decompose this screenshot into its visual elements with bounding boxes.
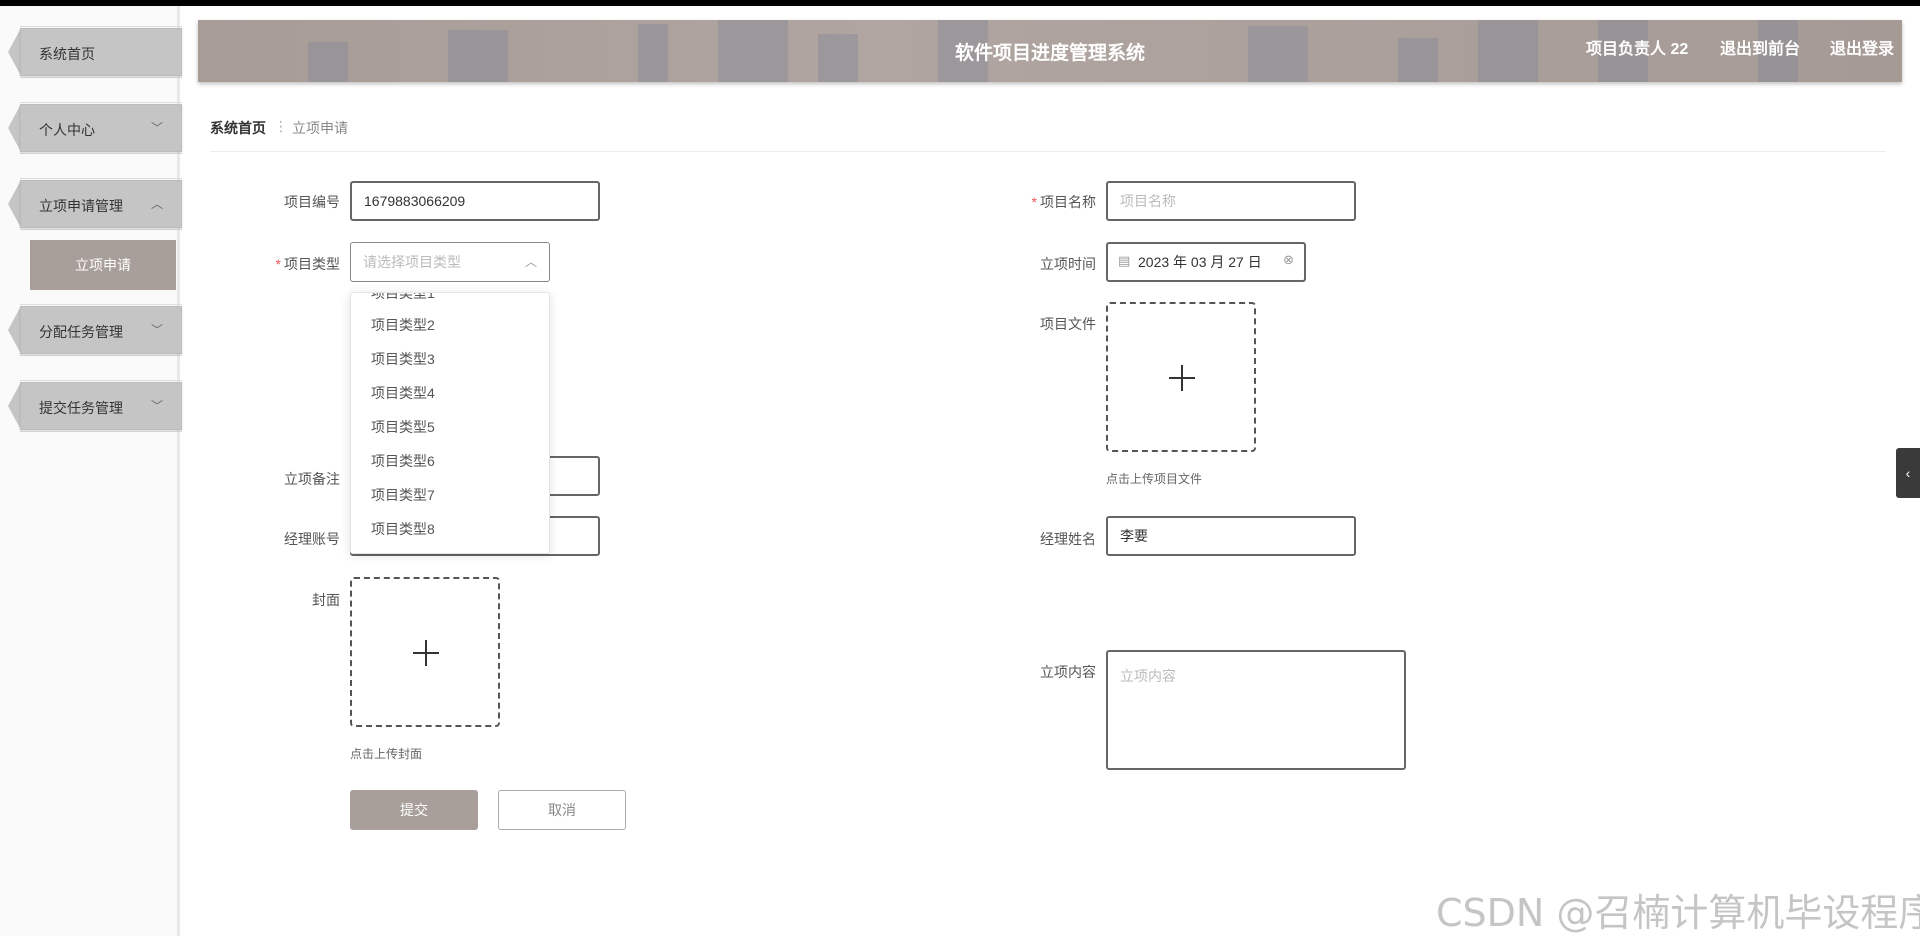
project-time-picker[interactable]: ▤ 2023 年 03 月 27 日 ⊗ [1106,242,1306,282]
header-banner: 软件项目进度管理系统 项目负责人 22 退出到前台 退出登录 [198,20,1902,82]
manager-name-input[interactable]: 李要 [1106,516,1356,556]
dropdown-option[interactable]: 项目类型5 [371,417,435,437]
plus-icon [1181,365,1183,391]
cover-upload[interactable] [350,577,500,727]
chevron-left-icon[interactable]: ‹ [1896,448,1920,498]
project-name-input[interactable]: 项目名称 [1106,181,1356,221]
cover-label: 封面 [312,592,340,608]
sidebar: 系统首页 个人中心 ﹀ 立项申请管理 ︿ 立项申请 分配任务管理 ﹀ 提交任务管… [0,6,182,936]
project-name-label: * 项目名称 [1031,194,1096,210]
project-time-label: 立项时间 [1040,256,1096,272]
sidebar-item-label: 分配任务管理 [39,324,123,340]
project-type-select[interactable]: 请选择项目类型 ︿ [350,242,550,282]
breadcrumb-separator: ⋮ [274,118,288,134]
sidebar-item-project-application[interactable]: 立项申请管理 ︿ [8,178,182,230]
manager-name-label: 经理姓名 [1040,531,1096,547]
project-type-label: * 项目类型 [275,256,340,272]
front-link[interactable]: 退出到前台 [1720,35,1800,59]
chevron-down-icon: ﹀ [150,323,163,337]
dropdown-option[interactable]: 项目类型4 [371,383,435,403]
project-file-upload[interactable] [1106,302,1256,452]
project-no-label: 项目编号 [284,194,340,210]
chevron-up-icon: ︿ [150,197,163,211]
sidebar-item-label: 系统首页 [39,46,95,62]
sidebar-item-submit-task[interactable]: 提交任务管理 ﹀ [8,380,182,432]
project-type-dropdown: 项目类型1 项目类型2 项目类型3 项目类型4 项目类型5 项目类型6 项目类型… [350,292,550,554]
chevron-down-icon: ﹀ [150,399,163,413]
breadcrumb: 系统首页 ⋮ 立项申请 [210,118,1886,152]
sidebar-item-home[interactable]: 系统首页 [8,26,182,78]
sidebar-item-label: 个人中心 [39,122,95,138]
sidebar-item-label: 立项申请管理 [39,198,123,214]
project-time-value: 2023 年 03 月 27 日 [1138,254,1262,270]
project-file-label: 项目文件 [1040,316,1096,332]
project-no-input[interactable]: 1679883066209 [350,181,600,221]
sidebar-item-assign-task[interactable]: 分配任务管理 ﹀ [8,304,182,356]
chevron-down-icon: ﹀ [150,121,163,135]
dropdown-option[interactable]: 项目类型6 [371,451,435,471]
breadcrumb-current: 立项申请 [292,120,348,136]
user-label: 项目负责人 22 [1586,41,1689,58]
dropdown-option[interactable]: 项目类型1 [371,293,435,303]
project-file-hint: 点击上传项目文件 [1106,472,1203,486]
calendar-icon: ▤ [1118,253,1131,268]
dropdown-option[interactable]: 项目类型8 [371,519,435,539]
circle-close-icon[interactable]: ⊗ [1283,252,1294,268]
breadcrumb-home[interactable]: 系统首页 [210,118,266,138]
cover-hint: 点击上传封面 [350,747,423,761]
watermark: CSDN @召楠计算机毕设程序 [1436,891,1920,935]
sidebar-subitem-apply[interactable]: 立项申请 [30,240,176,290]
chevron-up-icon: ︿ [524,255,537,269]
content-label: 立项内容 [1040,664,1096,680]
logout-link[interactable]: 退出登录 [1830,35,1894,59]
dropdown-option[interactable]: 项目类型7 [371,485,435,505]
dropdown-option[interactable]: 项目类型2 [371,315,435,335]
sidebar-item-label: 提交任务管理 [39,400,123,416]
top-border [0,0,1920,6]
project-type-placeholder: 请选择项目类型 [363,254,461,270]
remark-label: 立项备注 [284,471,340,487]
dropdown-option[interactable]: 项目类型3 [371,349,435,369]
manager-account-label: 经理账号 [284,531,340,547]
required-mark: * [1031,194,1037,210]
required-mark: * [275,256,281,272]
content-textarea[interactable]: 立项内容 [1106,650,1406,770]
sidebar-item-personal-center[interactable]: 个人中心 ﹀ [8,102,182,154]
cancel-button[interactable]: 取消 [498,790,626,830]
submit-button[interactable]: 提交 [350,790,478,830]
plus-icon [425,640,427,666]
